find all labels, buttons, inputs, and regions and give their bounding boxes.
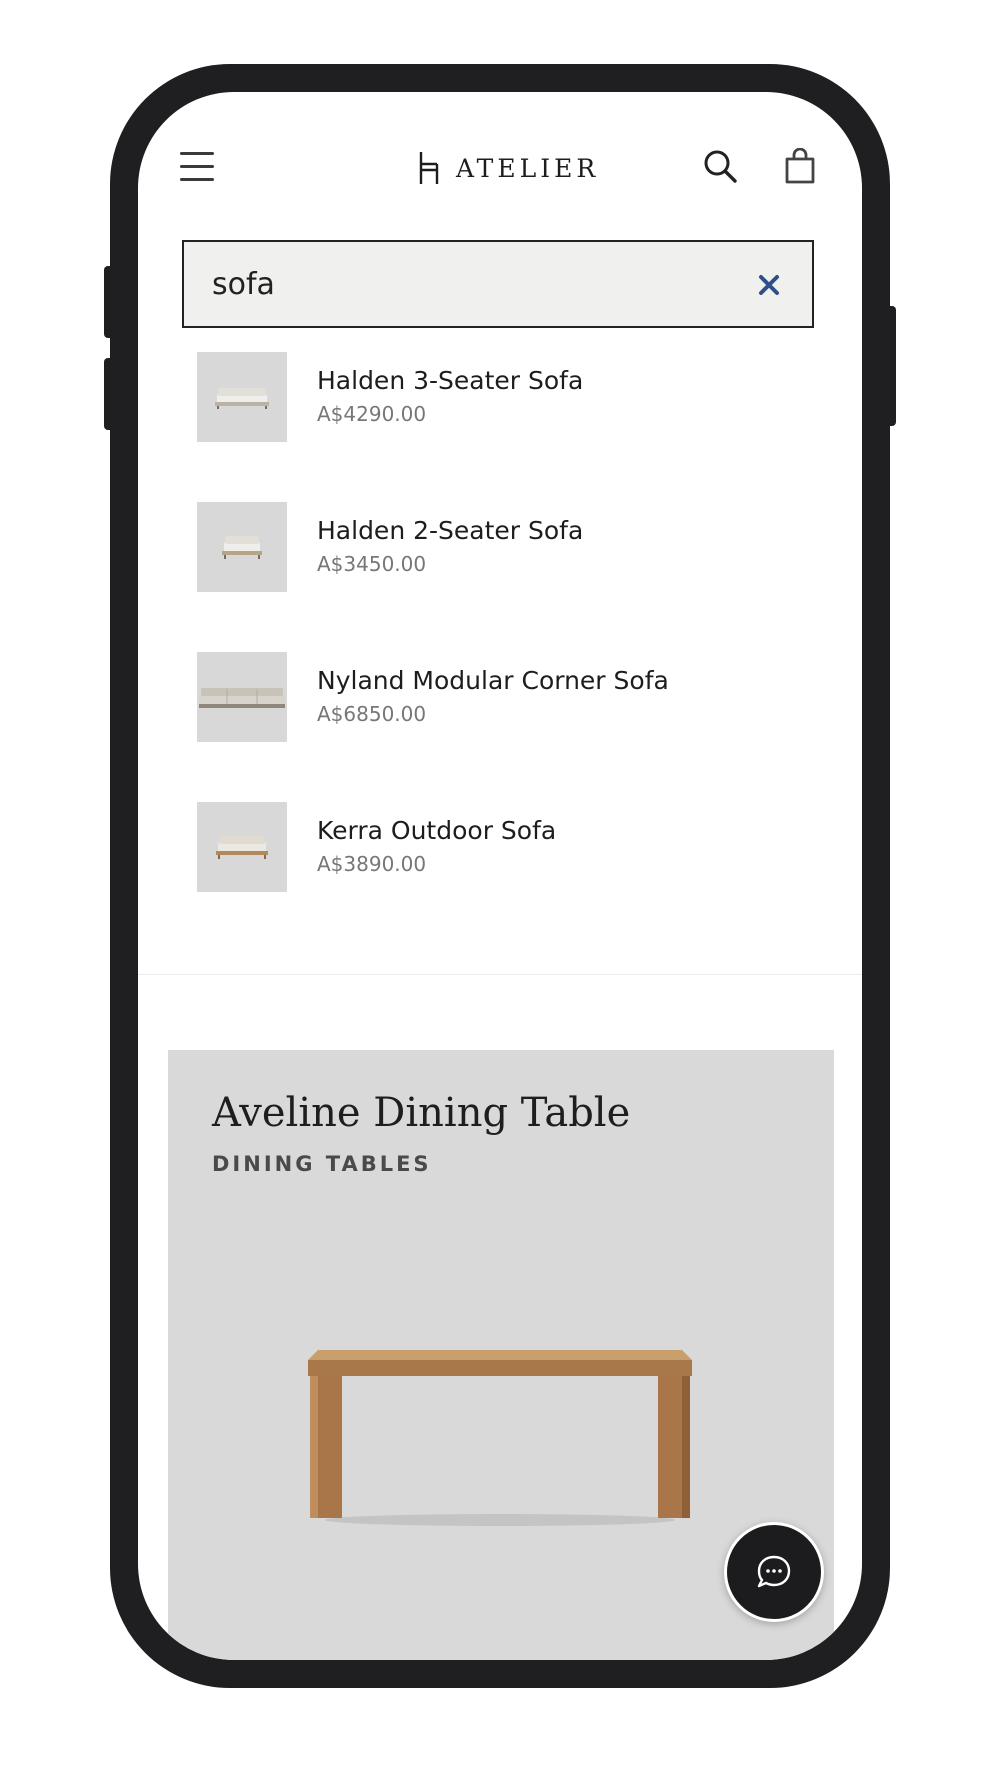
shopping-bag-icon[interactable] — [784, 148, 816, 184]
sofa-thumbnail — [197, 802, 287, 892]
close-icon[interactable] — [758, 274, 780, 296]
list-item[interactable]: Halden 2-Seater Sofa A$3450.00 — [197, 502, 817, 592]
chair-logo-icon — [419, 152, 439, 184]
phone-side-button-upper — [104, 266, 114, 338]
sofa-thumbnail — [197, 652, 287, 742]
chat-button[interactable] — [724, 1522, 824, 1622]
search-icon[interactable] — [702, 148, 738, 184]
dining-table-image — [308, 1350, 692, 1526]
result-name: Kerra Outdoor Sofa — [317, 816, 557, 845]
sofa-thumbnail — [197, 352, 287, 442]
brand-name: ATELIER — [456, 153, 600, 183]
phone-side-button-lower — [104, 358, 114, 430]
featured-product-category: DINING TABLES — [212, 1152, 432, 1176]
list-item[interactable]: Nyland Modular Corner Sofa A$6850.00 — [197, 652, 817, 742]
phone-power-button — [886, 306, 896, 426]
brand-logo[interactable]: ATELIER — [416, 148, 599, 188]
result-price: A$3450.00 — [317, 552, 427, 576]
result-price: A$3890.00 — [317, 852, 427, 876]
featured-product-title: Aveline Dining Table — [212, 1090, 631, 1136]
site-header: ATELIER — [138, 92, 862, 242]
result-name: Halden 2-Seater Sofa — [317, 516, 584, 545]
divider — [138, 974, 862, 975]
list-item[interactable]: Kerra Outdoor Sofa A$3890.00 — [197, 802, 817, 892]
list-item[interactable]: Halden 3-Seater Sofa A$4290.00 — [197, 352, 817, 442]
result-name: Halden 3-Seater Sofa — [317, 366, 584, 395]
result-price: A$4290.00 — [317, 402, 427, 426]
sofa-thumbnail — [197, 502, 287, 592]
phone-screen: ATELIER Hal — [138, 92, 862, 1660]
chat-bubble-icon — [757, 1555, 791, 1588]
hamburger-menu-icon[interactable] — [180, 152, 216, 182]
result-price: A$6850.00 — [317, 702, 427, 726]
result-name: Nyland Modular Corner Sofa — [317, 666, 669, 695]
search-input[interactable] — [212, 260, 732, 308]
search-bar — [182, 240, 814, 328]
